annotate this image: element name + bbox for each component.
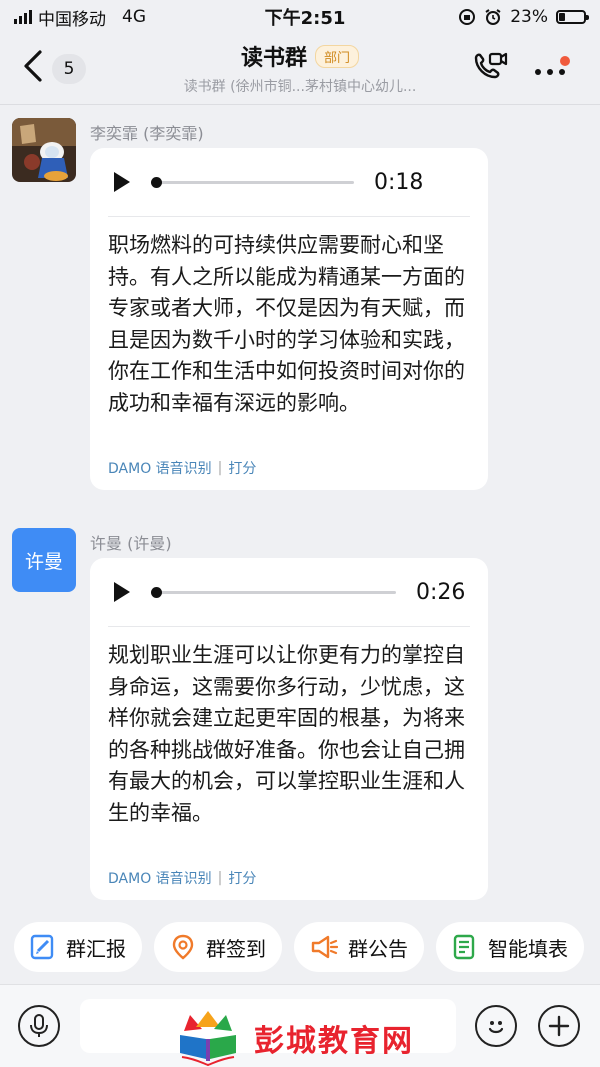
alarm-icon [485, 9, 501, 25]
sender-name: 李奕霏 (李奕霏) [90, 124, 204, 143]
chip-group-announcement[interactable]: 群公告 [294, 922, 424, 972]
avatar-initials: 许曼 [24, 550, 63, 573]
carrier-name: 中国移动 [38, 9, 106, 30]
speech-recognition-source: DAMO 语音识别 [108, 871, 212, 887]
quick-actions-bar: 群汇报 群签到 群公告 智能填表 [14, 922, 584, 972]
voice-message-bubble[interactable]: 0:18 职场燃料的可持续供应需要耐心和坚持。有人之所以能成为精通某一方面的专家… [90, 148, 488, 490]
group-title[interactable]: 读书群 [241, 40, 307, 72]
chip-group-checkin[interactable]: 群签到 [154, 922, 282, 972]
speech-transcript: 职场燃料的可持续供应需要耐心和坚持。有人之所以能成为精通某一方面的专家或者大师，… [108, 233, 465, 415]
message-input[interactable]: 彭城教育网 [80, 999, 456, 1067]
department-tag: 部门 [315, 44, 360, 68]
chat-header: 5 读书群 部门 读书群 (徐州市铜...茅村镇中心幼儿... [0, 34, 600, 104]
signal-icon [14, 10, 32, 24]
progress-knob[interactable] [151, 586, 162, 598]
chip-label: 群公告 [348, 936, 408, 961]
header-divider [0, 104, 600, 105]
voice-duration: 0:26 [416, 579, 466, 605]
play-icon[interactable] [114, 172, 130, 192]
network-type: 4G [122, 7, 146, 27]
bubble-divider [108, 216, 470, 217]
status-bar: 中国移动 4G 下午2:51 23% [0, 0, 600, 34]
voice-progress-track[interactable] [151, 176, 354, 188]
video-call-icon[interactable] [470, 50, 508, 84]
rate-link[interactable]: 打分 [228, 868, 256, 888]
rotation-lock-icon [459, 9, 476, 25]
voice-duration: 0:18 [374, 169, 424, 195]
input-bar: 彭城教育网 [0, 984, 600, 1067]
avatar-li-yifei[interactable] [12, 118, 76, 182]
chip-label: 群汇报 [66, 936, 126, 961]
progress-knob[interactable] [151, 176, 162, 188]
location-checkin-icon [172, 934, 194, 960]
form-icon [453, 934, 475, 960]
battery-icon [556, 10, 589, 24]
chip-label: 群签到 [206, 936, 266, 961]
play-icon[interactable] [114, 582, 130, 602]
sender-name: 许曼 (许曼) [90, 534, 172, 553]
chip-group-report[interactable]: 群汇报 [14, 922, 142, 972]
clock: 下午2:51 [264, 8, 346, 29]
chip-smart-form[interactable]: 智能填表 [436, 922, 584, 972]
microphone-icon [30, 1014, 48, 1037]
speech-transcript: 规划职业生涯可以让你更有力的掌控自身命运，这需要你多行动，少忧虑，这样你就会建立… [108, 643, 465, 825]
plus-icon [548, 1015, 570, 1037]
notification-dot [560, 56, 570, 66]
watermark-logo-icon [180, 1011, 236, 1067]
rate-link[interactable]: 打分 [228, 458, 256, 478]
bubble-divider [108, 626, 470, 627]
more-options-icon[interactable] [532, 56, 572, 82]
battery-percent: 23% [510, 7, 548, 27]
speech-recognition-source: DAMO 语音识别 [108, 461, 212, 477]
watermark: 彭城教育网 [176, 1009, 414, 1067]
transcript-footer: DAMO 语音识别 | 打分 [108, 458, 256, 478]
voice-message-bubble[interactable]: 0:26 规划职业生涯可以让你更有力的掌控自身命运，这需要你多行动，少忧虑，这样… [90, 558, 488, 900]
voice-input-button[interactable] [18, 1005, 60, 1047]
footer-separator: | [217, 870, 223, 886]
emoji-icon [488, 1021, 504, 1034]
voice-progress-track[interactable] [151, 586, 396, 598]
voice-player[interactable]: 0:26 [108, 562, 470, 622]
avatar-xu-man[interactable]: 许曼 [12, 528, 76, 592]
report-icon [30, 934, 54, 960]
group-subtitle: 读书群 (徐州市铜...茅村镇中心幼儿... [183, 79, 417, 95]
voice-player[interactable]: 0:18 [108, 152, 470, 212]
emoji-button[interactable] [475, 1005, 517, 1047]
chip-label: 智能填表 [488, 936, 568, 961]
watermark-text: 彭城教育网 [254, 1024, 414, 1059]
add-more-button[interactable] [538, 1005, 580, 1047]
transcript-footer: DAMO 语音识别 | 打分 [108, 868, 256, 888]
megaphone-icon [311, 935, 338, 959]
footer-separator: | [217, 460, 223, 476]
